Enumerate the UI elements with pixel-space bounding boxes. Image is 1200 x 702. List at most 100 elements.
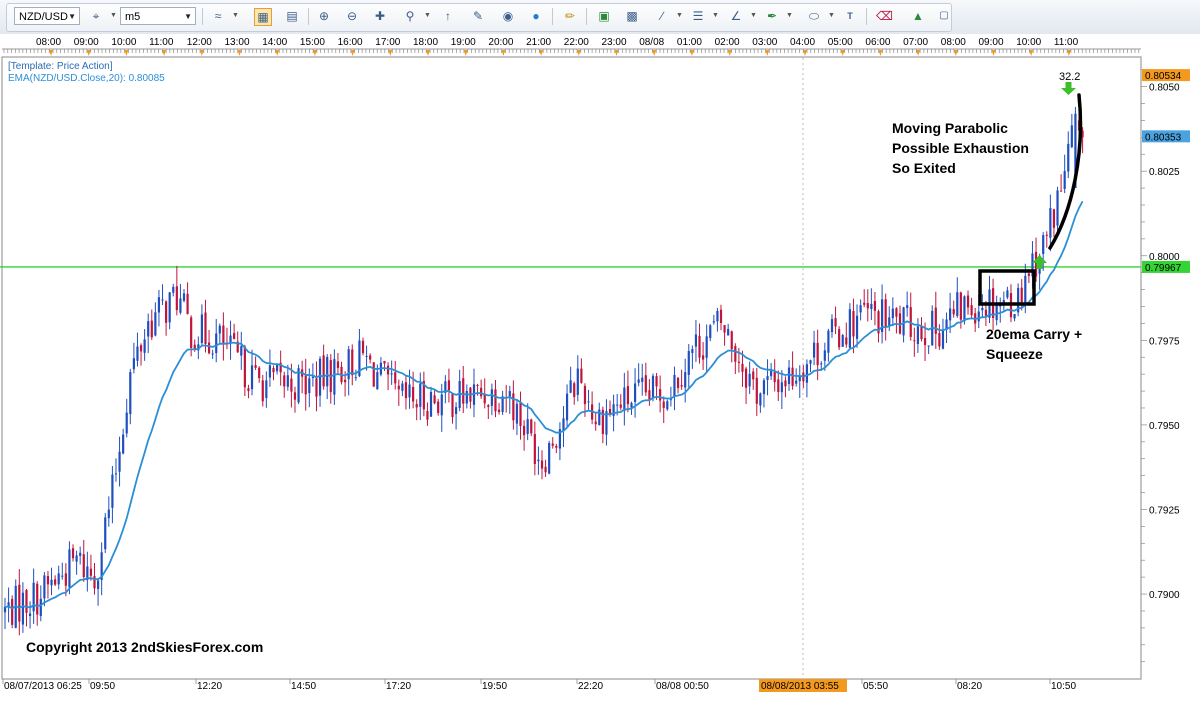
picture-icon[interactable]: ▣ <box>596 8 612 24</box>
candle-body <box>490 389 493 406</box>
candle-body <box>716 310 719 322</box>
candle-body <box>437 401 440 414</box>
candle-body <box>565 393 569 421</box>
candle-body <box>562 418 565 431</box>
top-time-label: 10:00 <box>1016 37 1041 48</box>
crosshair-icon[interactable]: ✚ <box>372 8 388 24</box>
object-tree-icon[interactable]: ▲ <box>910 8 926 24</box>
candle-body <box>39 598 42 616</box>
fib-icon[interactable]: ∠ <box>728 8 744 24</box>
candle-body <box>125 412 128 434</box>
chevron-down-icon[interactable]: ▼ <box>424 8 431 24</box>
bottom-time-label: 17:20 <box>386 681 411 692</box>
chevron-down-icon[interactable]: ▼ <box>676 8 683 24</box>
window-icon[interactable]: ▢ <box>936 8 952 24</box>
symbol-select[interactable]: NZD/USD ▼ <box>14 7 80 25</box>
pen-icon[interactable]: ✒ <box>764 8 780 24</box>
top-time-label: 12:00 <box>187 37 212 48</box>
chevron-down-icon[interactable]: ▼ <box>712 8 719 24</box>
candle-body <box>927 345 930 347</box>
cursor-icon[interactable]: ⌖ <box>88 8 104 24</box>
candle-body <box>401 383 404 391</box>
candle-body <box>970 305 973 316</box>
candle-body <box>838 329 841 348</box>
candle-body <box>734 346 737 362</box>
bottom-time-label: 05:50 <box>863 681 888 692</box>
candle-body <box>96 580 100 589</box>
candle-body <box>555 445 558 448</box>
candle-body <box>182 293 186 301</box>
top-time-label: 21:00 <box>526 37 551 48</box>
candle-body <box>154 312 157 336</box>
candle-body <box>626 386 630 405</box>
globe-icon[interactable]: ● <box>528 8 544 24</box>
candle-body <box>61 575 64 577</box>
candle-body <box>111 474 114 508</box>
timeframe-select[interactable]: m5 ▼ <box>120 7 196 25</box>
candle-body <box>959 292 962 320</box>
screenshot-icon[interactable]: ▩ <box>624 8 640 24</box>
price-axis-label: 0.8025 <box>1149 167 1180 178</box>
price-axis-label: 0.7900 <box>1149 590 1180 601</box>
candle-body <box>795 380 798 384</box>
candle-body <box>705 336 708 358</box>
candle-body <box>573 383 576 397</box>
candle-body <box>336 361 340 368</box>
candle-body <box>855 315 859 339</box>
candle-body <box>114 473 118 475</box>
ellipse-icon[interactable]: ⬭ <box>806 8 822 24</box>
eraser-icon[interactable]: ⌫ <box>876 8 893 24</box>
candle-body <box>1060 190 1063 192</box>
ruler-icon[interactable]: ✏ <box>562 8 578 24</box>
candle-body <box>1042 235 1045 254</box>
price-tag-label: 0.79967 <box>1145 263 1182 274</box>
chevron-down-icon[interactable]: ▼ <box>110 8 117 24</box>
top-time-label: 05:00 <box>828 37 853 48</box>
horizontal-line-icon[interactable]: ☰ <box>690 8 706 24</box>
candle-body <box>1045 234 1048 236</box>
template-icon[interactable]: ✎ <box>470 8 486 24</box>
chevron-down-icon[interactable]: ▼ <box>750 8 757 24</box>
price-axis-label: 0.8050 <box>1149 83 1180 94</box>
candle-body <box>712 321 715 323</box>
candle-body <box>702 355 705 360</box>
bar-chart-icon[interactable]: ▤ <box>284 8 300 24</box>
candle-body <box>311 376 314 378</box>
candle-body <box>147 321 150 337</box>
candle-body <box>694 334 698 347</box>
candle-body <box>132 358 135 370</box>
magnifier-icon[interactable]: ⚲ <box>402 8 418 24</box>
bottom-time-label: 12:20 <box>197 681 222 692</box>
candle-body <box>1063 171 1066 189</box>
chevron-down-icon[interactable]: ▼ <box>232 8 239 24</box>
candle-body <box>494 389 497 412</box>
top-time-label: 23:00 <box>602 37 627 48</box>
price-chart[interactable]: 08:00 09:00 10:00 11:00 12:00 13:00 14:00 15:00… <box>0 34 1200 702</box>
chevron-down-icon[interactable]: ▼ <box>786 8 793 24</box>
candle-body <box>920 326 923 340</box>
chevron-down-icon[interactable]: ▼ <box>828 8 835 24</box>
candle-body <box>75 555 78 562</box>
top-time-label: 08/08 <box>639 37 664 48</box>
candle-body <box>290 378 293 392</box>
candle-body <box>32 582 35 612</box>
top-time-label: 14:00 <box>262 37 287 48</box>
candle-body <box>247 388 250 392</box>
candle-body <box>977 311 980 322</box>
candle-body <box>1070 125 1073 148</box>
trendline-icon[interactable]: ∕ <box>654 8 670 24</box>
zoom-out-icon[interactable]: ⊖ <box>344 8 360 24</box>
text-icon[interactable]: T <box>842 8 858 24</box>
line-chart-icon[interactable]: ≈ <box>210 8 226 24</box>
candle-body <box>480 387 483 397</box>
annotation-possible-exhaustion: Possible Exhaustion <box>892 140 1029 156</box>
cursor-icon[interactable]: ↑ <box>440 8 456 24</box>
candle-chart-icon[interactable]: ▦ <box>254 8 272 26</box>
candle-body <box>676 377 680 388</box>
toolbar: NZD/USD ▼ ⌖ ▼ m5 ▼ ≈ ▼ ▦ ▤ ⊕ ⊖ ✚ ⚲ ▼ ↑ ✎… <box>0 0 1200 35</box>
candle-body <box>1056 190 1059 226</box>
candle-body <box>36 583 39 615</box>
candle-body <box>344 379 347 383</box>
indicator-icon[interactable]: ◉ <box>500 8 516 24</box>
zoom-in-icon[interactable]: ⊕ <box>316 8 332 24</box>
